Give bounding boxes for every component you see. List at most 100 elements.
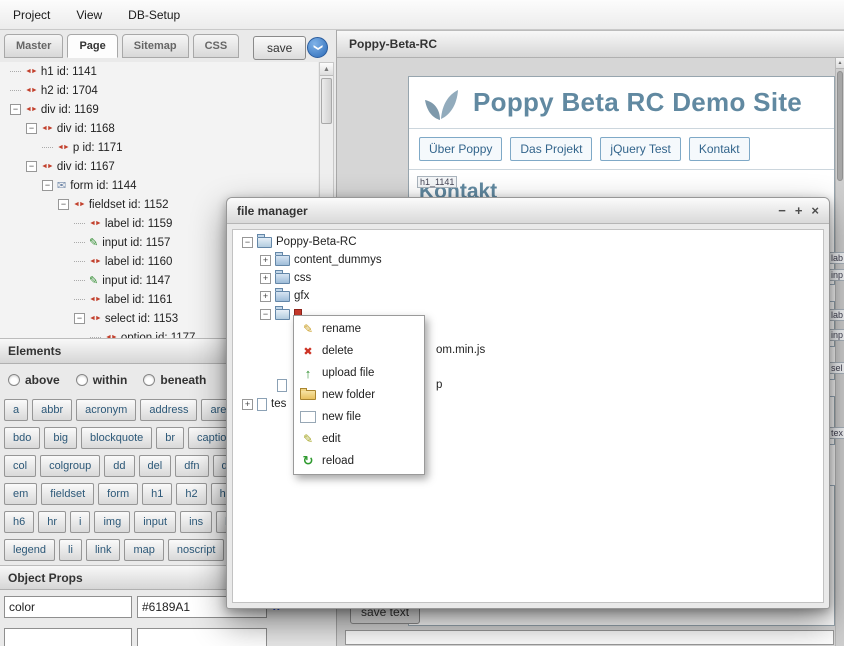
element-button-address[interactable]: address <box>140 399 197 421</box>
collapse-icon[interactable]: − <box>10 104 21 115</box>
scroll-up-icon[interactable]: ▲ <box>836 58 844 69</box>
element-button-li[interactable]: li <box>59 539 82 561</box>
scrollbar-thumb[interactable] <box>321 78 332 124</box>
tree-node-p-id-1171[interactable]: ◄►p id: 1171 <box>0 138 318 157</box>
element-button-form[interactable]: form <box>98 483 138 505</box>
element-button-big[interactable]: big <box>44 427 77 449</box>
collapse-icon[interactable]: − <box>242 237 253 248</box>
element-button-legend[interactable]: legend <box>4 539 55 561</box>
nav-button-kontakt[interactable]: Kontakt <box>689 137 750 161</box>
element-button-i[interactable]: i <box>70 511 90 533</box>
collapse-icon[interactable]: − <box>260 309 271 320</box>
nav-button-ber-poppy[interactable]: Über Poppy <box>419 137 502 161</box>
tree-node-h2-id-1704[interactable]: ◄►h2 id: 1704 <box>0 81 318 100</box>
collapse-icon[interactable]: − <box>26 123 37 134</box>
element-button-abbr[interactable]: abbr <box>32 399 72 421</box>
pencil-icon: ✎ <box>89 236 98 249</box>
file-node-content-dummys[interactable]: +content_dummys <box>233 251 823 269</box>
tree-node-form-id-1144[interactable]: −✉form id: 1144 <box>0 176 318 195</box>
element-button-noscript[interactable]: noscript <box>168 539 225 561</box>
dialog-title: file manager <box>237 204 308 218</box>
element-button-img[interactable]: img <box>94 511 130 533</box>
prop-value-input-2[interactable] <box>137 628 267 646</box>
tab-master[interactable]: Master <box>4 34 63 58</box>
rename-icon: ✎ <box>300 322 316 336</box>
radio-within[interactable]: within <box>76 373 128 387</box>
dialog-titlebar[interactable]: file manager −+ × <box>227 198 829 224</box>
element-button-hr[interactable]: hr <box>38 511 66 533</box>
tree-node-div-id-1169[interactable]: −◄►div id: 1169 <box>0 100 318 119</box>
element-button-del[interactable]: del <box>139 455 172 477</box>
collapse-icon[interactable]: − <box>42 180 53 191</box>
expand-icon[interactable]: + <box>260 291 271 302</box>
menu-item-db-setup[interactable]: DB-Setup <box>115 0 193 29</box>
minimize-icon[interactable]: − <box>778 204 786 217</box>
prop-name-input[interactable] <box>4 596 132 618</box>
menu-item-new-folder[interactable]: new folder <box>294 384 424 406</box>
menu-item-edit[interactable]: ✎edit <box>294 428 424 450</box>
tree-node-label: div id: 1168 <box>57 123 115 135</box>
element-button-input[interactable]: input <box>134 511 176 533</box>
element-button-fieldset[interactable]: fieldset <box>41 483 94 505</box>
element-button-acronym[interactable]: acronym <box>76 399 136 421</box>
menu-item-label: delete <box>322 345 353 357</box>
tree-node-div-id-1167[interactable]: −◄►div id: 1167 <box>0 157 318 176</box>
save-button[interactable]: save <box>253 36 306 60</box>
expand-icon[interactable]: + <box>260 273 271 284</box>
menu-item-upload-file[interactable]: ↑upload file <box>294 362 424 384</box>
tree-node-h1-id-1141[interactable]: ◄►h1 id: 1141 <box>0 62 318 81</box>
scroll-up-icon[interactable]: ▲ <box>320 63 333 76</box>
collapse-icon[interactable]: − <box>26 161 37 172</box>
radio-button[interactable] <box>143 374 155 386</box>
file-node-gfx[interactable]: + gfx <box>233 287 823 305</box>
element-button-ins[interactable]: ins <box>180 511 212 533</box>
radio-button[interactable] <box>8 374 20 386</box>
tab-css[interactable]: CSS <box>193 34 240 58</box>
element-button-br[interactable]: br <box>156 427 184 449</box>
file-node-css[interactable]: +css <box>233 269 823 287</box>
scrollbar-thumb[interactable] <box>837 71 843 181</box>
tree-node-div-id-1168[interactable]: −◄►div id: 1168 <box>0 119 318 138</box>
nav-button-das-projekt[interactable]: Das Projekt <box>510 137 592 161</box>
menu-item-new-file[interactable]: new file <box>294 406 424 428</box>
menu-item-project[interactable]: Project <box>0 0 63 29</box>
element-button-dfn[interactable]: dfn <box>175 455 208 477</box>
element-button-h1[interactable]: h1 <box>142 483 172 505</box>
menu-item-view[interactable]: View <box>63 0 115 29</box>
expand-icon[interactable]: + <box>260 255 271 266</box>
menu-item-reload[interactable]: ↻reload <box>294 450 424 472</box>
element-tag: inp <box>828 329 844 341</box>
element-button-link[interactable]: link <box>86 539 121 561</box>
radio-beneath[interactable]: beneath <box>143 373 206 387</box>
nav-button-jquery-test[interactable]: jQuery Test <box>600 137 680 161</box>
menu-item-rename[interactable]: ✎rename <box>294 318 424 340</box>
element-button-colgroup[interactable]: colgroup <box>40 455 100 477</box>
collapse-icon[interactable]: − <box>58 199 69 210</box>
element-button-map[interactable]: map <box>124 539 163 561</box>
panel-toggle-button[interactable]: ❮ <box>307 37 328 58</box>
tree-node-label: select id: 1153 <box>105 313 178 325</box>
collapse-icon[interactable]: − <box>74 313 85 324</box>
element-button-bdo[interactable]: bdo <box>4 427 40 449</box>
newfile-icon <box>300 411 316 423</box>
tab-page[interactable]: Page <box>67 34 117 58</box>
close-icon[interactable]: × <box>811 204 819 217</box>
textarea-sliver[interactable] <box>345 630 834 645</box>
maximize-icon[interactable]: + <box>795 204 803 217</box>
file-node-label: gfx <box>294 287 309 305</box>
element-button-col[interactable]: col <box>4 455 36 477</box>
tab-sitemap[interactable]: Sitemap <box>122 34 189 58</box>
element-button-a[interactable]: a <box>4 399 28 421</box>
right-scrollbar[interactable]: ▲ <box>835 58 844 646</box>
file-node-poppy-beta-rc[interactable]: −Poppy-Beta-RC <box>233 233 823 251</box>
prop-name-input-2[interactable] <box>4 628 132 646</box>
radio-above[interactable]: above <box>8 373 60 387</box>
element-button-em[interactable]: em <box>4 483 37 505</box>
radio-button[interactable] <box>76 374 88 386</box>
element-button-h6[interactable]: h6 <box>4 511 34 533</box>
menu-item-delete[interactable]: ✖delete <box>294 340 424 362</box>
element-button-dd[interactable]: dd <box>104 455 134 477</box>
expand-icon[interactable]: + <box>242 399 253 410</box>
element-button-blockquote[interactable]: blockquote <box>81 427 152 449</box>
element-button-h2[interactable]: h2 <box>176 483 206 505</box>
